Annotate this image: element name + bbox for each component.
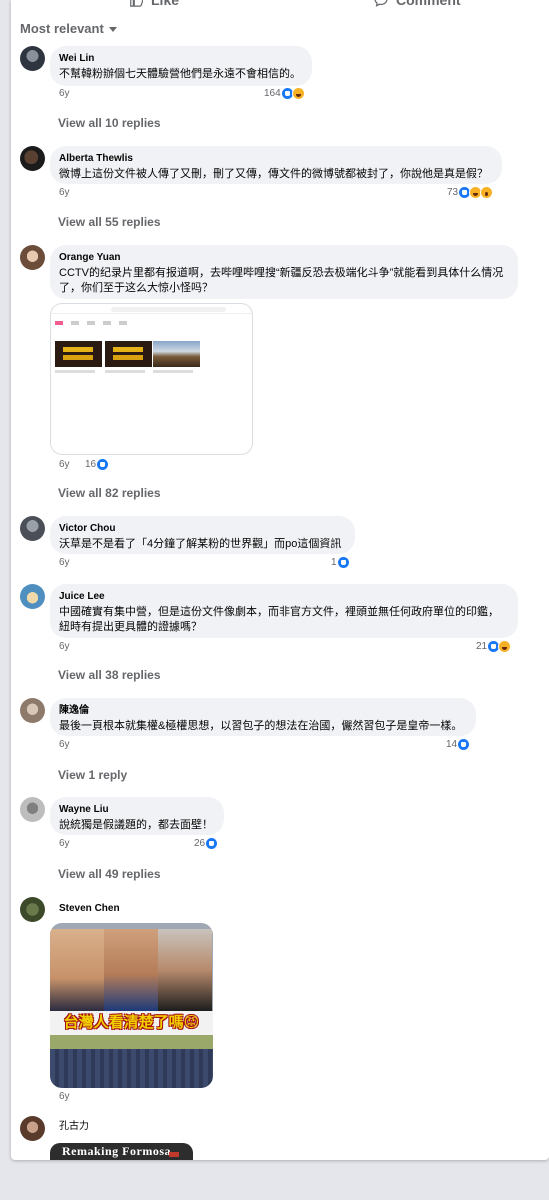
reaction-count: 16 — [85, 459, 97, 470]
view-replies-link[interactable]: View all 55 replies — [58, 215, 161, 229]
comment-timestamp[interactable]: 6y — [59, 1091, 70, 1102]
comment-author[interactable]: Juice Lee — [59, 591, 509, 603]
reaction-summary[interactable]: 26 — [194, 837, 219, 850]
avatar[interactable] — [20, 516, 45, 541]
comment-sort-dropdown[interactable]: Most relevant — [20, 21, 117, 36]
avatar[interactable] — [20, 797, 45, 822]
comment-text: CCTV的纪录片里都有报道啊，去哔哩哔哩搜“新疆反恐去极端化斗争”就能看到具体什… — [59, 267, 504, 294]
like-reaction-icon — [457, 738, 471, 751]
meme-photo-top — [50, 923, 213, 1011]
video-thumbnail — [105, 341, 152, 367]
comment-text: 中國確實有集中營，但是這份文件像劇本，而非官方文件，裡頭並無任何政府單位的印鑑，… — [59, 606, 499, 633]
comment-action-button[interactable]: Comment — [374, 0, 461, 8]
comment-timestamp[interactable]: 6y — [59, 641, 70, 652]
comment-action-label: Comment — [396, 0, 461, 8]
comment-author[interactable]: Wei Lin — [59, 53, 303, 65]
comment-timestamp[interactable]: 6y — [59, 459, 70, 470]
comment-author[interactable]: 陳逸倫 — [59, 705, 467, 717]
wow-reaction-icon — [480, 186, 494, 199]
reaction-count: 73 — [447, 187, 459, 198]
comment-timestamp[interactable]: 6y — [59, 739, 70, 750]
comment-bubble-icon — [374, 0, 388, 7]
thumbnail-caption — [153, 370, 193, 373]
thumbnail-caption — [105, 370, 145, 373]
like-action-label: Like — [151, 0, 180, 8]
reaction-count: 26 — [194, 838, 206, 849]
comments-panel: Like Comment Most relevant Wei Lin 不幫韓粉辦… — [11, 0, 549, 1160]
like-action-button[interactable]: Like — [129, 0, 179, 8]
avatar[interactable] — [20, 897, 45, 922]
comment-timestamp[interactable]: 6y — [59, 88, 70, 99]
comment-image-attachment[interactable] — [50, 303, 253, 455]
meme-face — [158, 929, 212, 1011]
reaction-summary[interactable]: 16 — [85, 458, 110, 471]
like-reaction-icon — [96, 458, 110, 471]
comment-author[interactable]: Orange Yuan — [59, 252, 509, 264]
comment-timestamp[interactable]: 6y — [59, 838, 70, 849]
comment-text: 說統獨是假議題的，都去面壁！ — [59, 819, 213, 831]
view-replies-link[interactable]: View all 82 replies — [58, 486, 161, 500]
reaction-summary[interactable]: 1 — [331, 556, 350, 569]
thumbs-up-icon — [130, 0, 143, 7]
comment-bubble: Orange Yuan CCTV的纪录片里都有报道啊，去哔哩哔哩搜“新疆反恐去极… — [50, 245, 518, 299]
post-actions-bar: Like Comment — [11, 0, 549, 8]
avatar[interactable] — [20, 46, 45, 71]
reaction-summary[interactable]: 164 — [264, 87, 305, 100]
comment-text: 沃草是不是看了「4分鐘了解某粉的世界觀」而po這個資訊 — [59, 538, 342, 550]
comment-bubble: Wayne Liu 說統獨是假議題的，都去面壁！ — [50, 797, 224, 835]
reaction-count: 1 — [331, 557, 337, 568]
reaction-summary[interactable]: 73 — [447, 186, 494, 199]
comment-image-attachment[interactable]: Remaking Formosa — [50, 1143, 193, 1160]
reaction-summary[interactable]: 14 — [446, 738, 471, 751]
comment-bubble: Wei Lin 不幫韓粉辦個七天體驗營他們是永遠不會相信的。 — [50, 46, 312, 86]
comment-author[interactable]: Victor Chou — [59, 523, 346, 535]
screenshot-tabs — [55, 321, 135, 327]
screenshot-search-field — [111, 307, 226, 312]
view-replies-link[interactable]: View all 49 replies — [58, 867, 161, 881]
avatar[interactable] — [20, 584, 45, 609]
avatar[interactable] — [20, 245, 45, 270]
caret-down-icon — [108, 27, 117, 32]
haha-reaction-icon — [291, 87, 305, 100]
reaction-count: 21 — [476, 641, 488, 652]
like-reaction-icon — [205, 837, 219, 850]
sort-label: Most relevant — [20, 21, 104, 36]
like-reaction-icon — [336, 556, 350, 569]
comment-text: 不幫韓粉辦個七天體驗營他們是永遠不會相信的。 — [59, 68, 301, 80]
comment-timestamp[interactable]: 6y — [59, 557, 70, 568]
meme-face — [104, 929, 158, 1011]
reaction-summary[interactable]: 21 — [476, 640, 512, 653]
image-decoration — [169, 1152, 179, 1157]
comment-author[interactable]: 孔古力 — [59, 1121, 89, 1133]
reaction-count: 14 — [446, 739, 458, 750]
meme-caption: 台灣人看清楚了嗎😡 — [50, 1011, 213, 1035]
meme-crowd-photo — [50, 1035, 213, 1088]
thumbnail-caption — [55, 370, 95, 373]
comment-bubble: Juice Lee 中國確實有集中營，但是這份文件像劇本，而非官方文件，裡頭並無… — [50, 584, 518, 638]
comment-author[interactable]: Wayne Liu — [59, 804, 215, 816]
comment-timestamp[interactable]: 6y — [59, 187, 70, 198]
video-thumbnail — [55, 341, 102, 367]
comment-text: 微博上這份文件被人傳了又刪，刪了又傳，傳文件的微博號都被封了，你說他是真是假？ — [59, 168, 488, 180]
comment-bubble: Alberta Thewlis 微博上這份文件被人傳了又刪，刪了又傳，傳文件的微… — [50, 146, 502, 184]
comment-meme-image[interactable]: 台灣人看清楚了嗎😡 — [50, 923, 213, 1088]
comment-bubble: Victor Chou 沃草是不是看了「4分鐘了解某粉的世界觀」而po這個資訊 — [50, 516, 355, 554]
comment-author[interactable]: Alberta Thewlis — [59, 153, 493, 165]
image-title-text: Remaking Formosa — [62, 1144, 171, 1158]
view-replies-link[interactable]: View 1 reply — [58, 768, 127, 782]
avatar[interactable] — [20, 146, 45, 171]
haha-reaction-icon — [498, 640, 512, 653]
avatar[interactable] — [20, 698, 45, 723]
video-thumbnail — [153, 341, 200, 367]
comment-author[interactable]: Steven Chen — [59, 903, 120, 915]
meme-face — [50, 929, 104, 1011]
comment-bubble: 陳逸倫 最後一頁根本就集權&極權思想，以習包子的想法在治國，儼然習包子是皇帝一樣… — [50, 698, 476, 736]
comment-text: 最後一頁根本就集權&極權思想，以習包子的想法在治國，儼然習包子是皇帝一樣。 — [59, 720, 463, 732]
view-replies-link[interactable]: View all 10 replies — [58, 116, 161, 130]
reaction-count: 164 — [264, 88, 281, 99]
view-replies-link[interactable]: View all 38 replies — [58, 668, 161, 682]
avatar[interactable] — [20, 1116, 45, 1141]
